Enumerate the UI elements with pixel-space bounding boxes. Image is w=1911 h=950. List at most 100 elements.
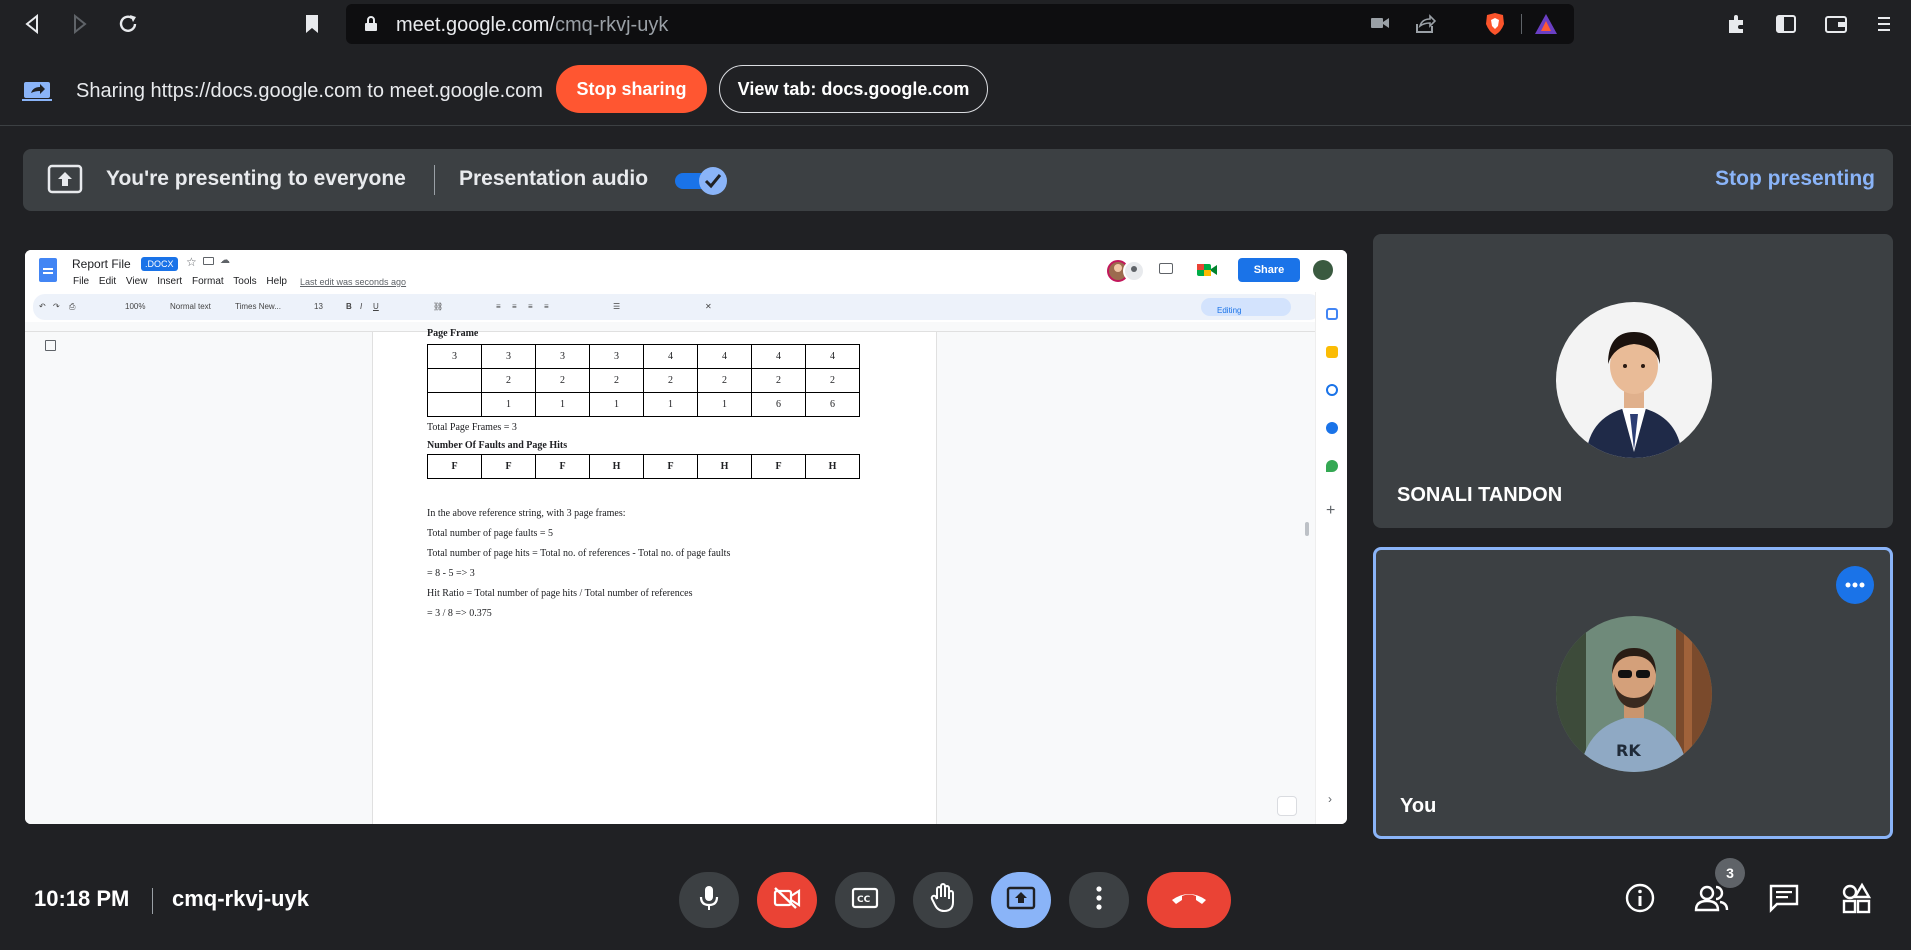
document-title[interactable]: Report File	[72, 257, 131, 271]
presentation-audio-toggle[interactable]	[673, 167, 727, 195]
folder-icon[interactable]	[203, 257, 214, 265]
screen-share-icon	[22, 80, 54, 107]
add-on-icon[interactable]: +	[1326, 502, 1335, 520]
comments-icon[interactable]	[1159, 263, 1173, 274]
table-cell	[427, 392, 482, 417]
extensions-icon[interactable]	[1723, 10, 1751, 38]
view-tab-button[interactable]: View tab: docs.google.com	[719, 65, 988, 113]
menu-help[interactable]: Help	[266, 276, 287, 287]
share-page-icon[interactable]	[1414, 14, 1437, 39]
docs-side-panel: + ›	[1315, 292, 1347, 824]
scrollbar-thumb[interactable]	[1305, 522, 1309, 536]
table-cell: 2	[481, 368, 536, 393]
activities-button[interactable]	[1836, 880, 1876, 920]
tasks-icon[interactable]	[1326, 384, 1338, 396]
align-left-icon[interactable]: ≡	[496, 302, 501, 311]
more-options-button[interactable]	[1069, 872, 1129, 928]
present-screen-icon	[47, 164, 83, 201]
menu-insert[interactable]: Insert	[157, 276, 182, 287]
print-icon[interactable]: ⎙	[69, 302, 75, 312]
menu-icon[interactable]	[1870, 10, 1898, 38]
menu-file[interactable]: File	[73, 276, 89, 287]
stop-sharing-button[interactable]: Stop sharing	[556, 65, 707, 113]
outline-icon[interactable]	[45, 340, 56, 351]
underline-button[interactable]: U	[373, 302, 379, 311]
account-avatar[interactable]	[1313, 260, 1333, 280]
menu-view[interactable]: View	[126, 276, 148, 287]
captions-button[interactable]: CC	[835, 872, 895, 928]
collaborator-avatars[interactable]	[1107, 259, 1145, 282]
align-right-icon[interactable]: ≡	[528, 302, 533, 311]
table-row: 1111166	[427, 392, 860, 417]
bold-button[interactable]: B	[346, 302, 352, 311]
self-tile[interactable]: RK You	[1373, 547, 1893, 839]
table-cell: 4	[751, 344, 806, 369]
svg-text:RK: RK	[1616, 741, 1641, 760]
more-vert-icon	[1096, 885, 1102, 915]
zoom-select[interactable]: 100%	[125, 302, 145, 311]
forward-button[interactable]	[66, 10, 94, 38]
menu-edit[interactable]: Edit	[99, 276, 116, 287]
bookmark-icon[interactable]	[298, 10, 326, 38]
explore-icon[interactable]	[1277, 796, 1297, 816]
italic-button[interactable]: I	[360, 302, 362, 311]
document-page[interactable]: Page Frame 33334444 2222222 1111166 Tota…	[372, 328, 937, 824]
docs-share-button[interactable]: Share	[1238, 258, 1300, 282]
keep-icon[interactable]	[1326, 346, 1338, 358]
cloud-icon[interactable]: ☁	[220, 255, 230, 266]
camera-icon[interactable]	[1370, 14, 1390, 37]
redo-icon[interactable]: ↷	[53, 302, 60, 311]
meeting-details-button[interactable]	[1620, 880, 1660, 920]
link-icon[interactable]: ⛓	[433, 302, 443, 311]
ruler	[25, 322, 1315, 332]
table-cell: F	[535, 454, 590, 479]
wallet-icon[interactable]	[1822, 10, 1850, 38]
align-center-icon[interactable]: ≡	[512, 302, 517, 311]
table-cell: 1	[643, 392, 698, 417]
hang-up-icon	[1170, 890, 1208, 911]
leave-call-button[interactable]	[1147, 872, 1231, 928]
font-select[interactable]: Times New...	[235, 302, 281, 311]
chat-button[interactable]	[1764, 880, 1804, 920]
menu-tools[interactable]: Tools	[233, 276, 256, 287]
brave-shield-icon[interactable]	[1484, 12, 1506, 41]
present-now-button[interactable]	[991, 872, 1051, 928]
star-icon[interactable]: ☆	[186, 255, 197, 269]
undo-icon[interactable]: ↶	[39, 302, 46, 311]
camera-off-icon	[772, 886, 802, 915]
back-button[interactable]	[18, 10, 46, 38]
clear-formatting-icon[interactable]: ✕	[705, 302, 712, 311]
address-bar[interactable]: meet.google.com/cmq-rkvj-uyk	[346, 4, 1574, 44]
table-cell: H	[697, 454, 752, 479]
url-text: meet.google.com/cmq-rkvj-uyk	[396, 14, 669, 36]
table-cell	[427, 368, 482, 393]
microphone-button[interactable]	[679, 872, 739, 928]
brave-rewards-icon[interactable]	[1534, 13, 1558, 40]
meet-icon[interactable]	[1195, 261, 1223, 284]
editing-mode-select[interactable]: Editing	[1201, 298, 1291, 316]
participant-avatar	[1556, 302, 1712, 458]
menu-format[interactable]: Format	[192, 276, 224, 287]
participant-tile[interactable]: SONALI TANDON	[1373, 234, 1893, 528]
table-row: FFFHFHFH	[427, 454, 860, 479]
font-size-input[interactable]: 13	[314, 302, 323, 311]
table-cell: F	[751, 454, 806, 479]
table-cell: 3	[427, 344, 482, 369]
bulleted-list-icon[interactable]: ☰	[613, 302, 620, 311]
more-options-button[interactable]	[1836, 566, 1874, 604]
sidebar-icon[interactable]	[1772, 10, 1800, 38]
docs-toolbar: ↶ ↷ ⎙ 100% Normal text Times New... 13 B…	[33, 294, 1321, 320]
reload-button[interactable]	[114, 10, 142, 38]
maps-icon[interactable]	[1326, 460, 1338, 472]
style-select[interactable]: Normal text	[170, 302, 211, 311]
raise-hand-button[interactable]	[913, 872, 973, 928]
camera-button[interactable]	[757, 872, 817, 928]
last-edit-link[interactable]: Last edit was seconds ago	[300, 277, 406, 287]
expand-panel-icon[interactable]: ›	[1328, 792, 1332, 806]
justify-icon[interactable]: ≡	[544, 302, 549, 311]
stop-presenting-button[interactable]: Stop presenting	[1715, 167, 1875, 191]
divider	[152, 888, 153, 914]
presenting-text: You're presenting to everyone	[106, 167, 406, 190]
contacts-icon[interactable]	[1326, 422, 1338, 434]
calendar-icon[interactable]	[1326, 308, 1338, 320]
